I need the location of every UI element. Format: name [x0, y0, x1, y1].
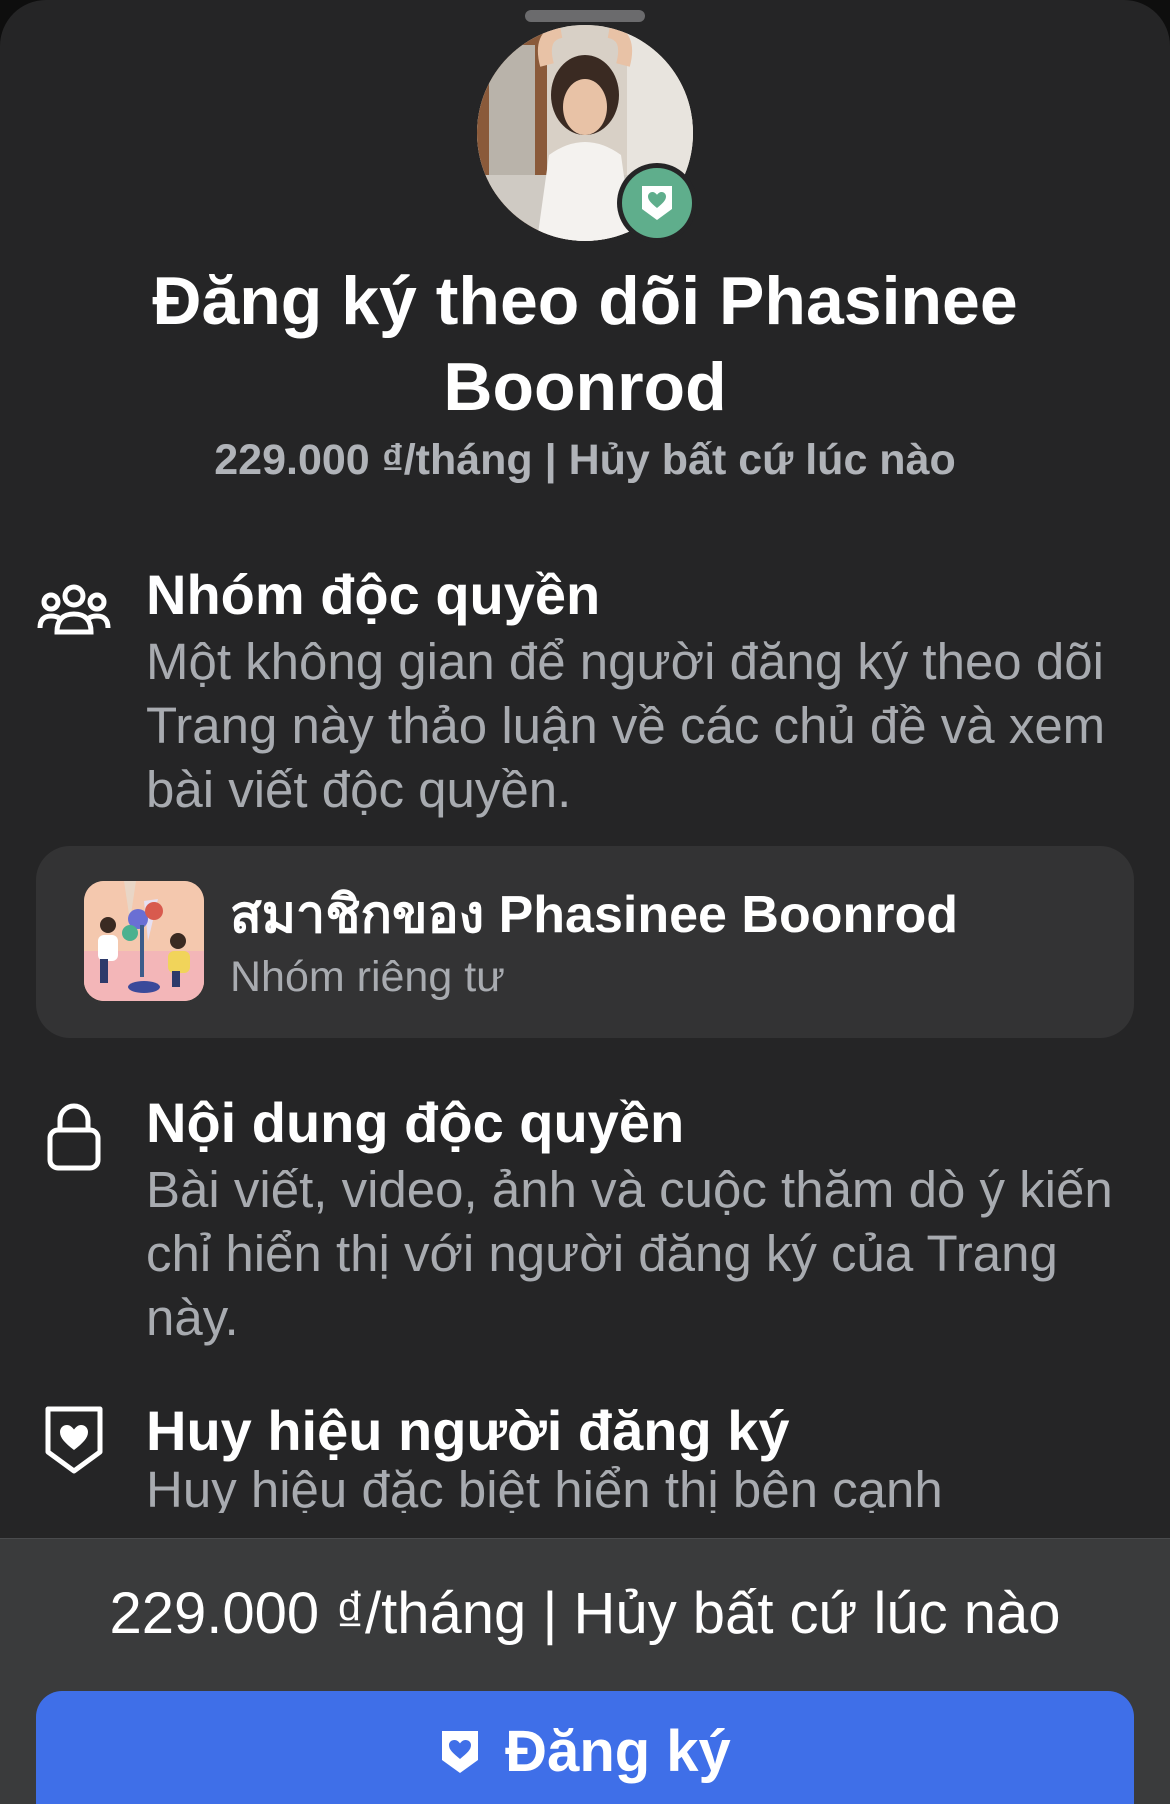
feature-description: Bài viết, video, ảnh và cuộc thăm dò ý k…	[146, 1161, 1113, 1346]
group-privacy-label: Nhóm riêng tư	[230, 953, 505, 1001]
sheet-grabber-handle[interactable]	[525, 10, 645, 22]
subscription-sheet: Đăng ký theo dõi Phasinee Boonrod 229.00…	[0, 0, 1170, 1804]
group-thumbnail	[84, 881, 204, 1001]
group-name: สมาชิกของ Phasinee Boonrod	[230, 886, 958, 944]
subscribe-button[interactable]: Đăng ký	[36, 1691, 1134, 1804]
page-title: Đăng ký theo dõi Phasinee Boonrod	[152, 263, 1018, 425]
group-card[interactable]: สมาชิกของ Phasinee Boonrod Nhóm riêng tư	[36, 846, 1134, 1038]
shield-heart-icon	[442, 1731, 479, 1773]
group-icon	[36, 572, 112, 648]
feature-title: Nhóm độc quyền	[146, 563, 601, 626]
feature-description: Huy hiệu đặc biệt hiển thị bên cạnh	[146, 1461, 943, 1513]
subscriber-badge	[617, 163, 697, 243]
subscribe-footer: 229.000 ₫/tháng | Hủy bất cứ lúc nào Đăn…	[0, 1538, 1170, 1804]
feature-title: Nội dung độc quyền	[146, 1091, 685, 1154]
footer-price: 229.000 ₫/tháng | Hủy bất cứ lúc nào	[109, 1581, 1061, 1646]
price-subtitle: 229.000 ₫/tháng | Hủy bất cứ lúc nào	[214, 436, 956, 484]
shield-heart-icon	[642, 186, 672, 220]
scroll-clip: Huy hiệu đặc biệt hiển thị bên cạnh	[0, 1395, 1170, 1513]
feature-description: Một không gian để người đăng ký theo dõi…	[146, 633, 1106, 818]
lock-icon	[36, 1098, 112, 1174]
subscribe-button-label: Đăng ký	[505, 1719, 731, 1784]
